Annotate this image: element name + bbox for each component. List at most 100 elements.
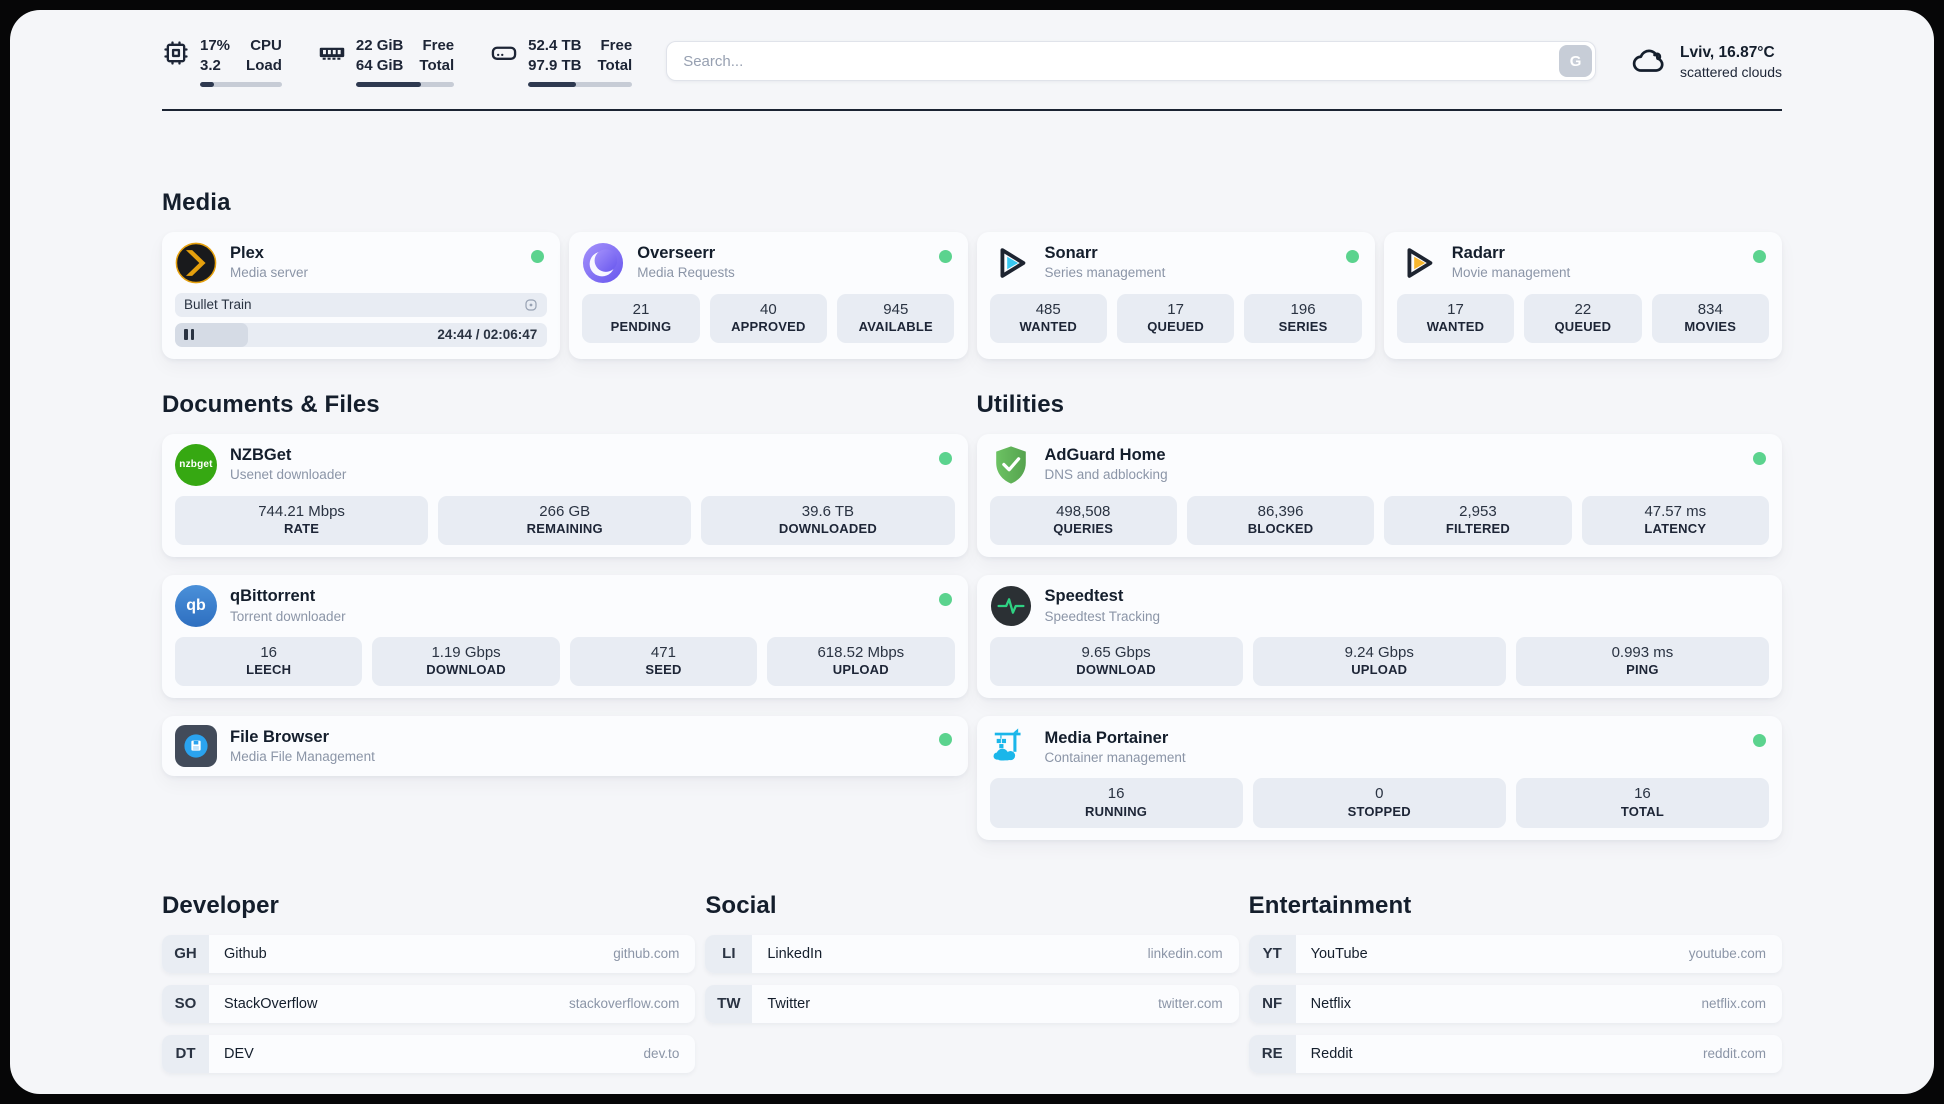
app-card-sonarr[interactable]: Sonarr Series management 485 WANTED 17 Q… [976,231,1375,359]
bookmark-url: reddit.com [1702,1046,1766,1062]
cpu-load-label: Load [246,57,282,75]
bookmark-twitter[interactable]: TW Twitter twitter.com [705,984,1239,1023]
utilities-column: Utilities AdGuard Home DNS and adblockin… [976,359,1782,840]
disk-icon [490,39,518,67]
cpu-widget: 17% 3.2 CPU Load [162,36,282,87]
disk-free-label: Free [600,37,633,54]
app-card-plex[interactable]: Plex Media server Bullet Train 24:44 / 0… [162,231,561,359]
search-engine-button[interactable]: G [1559,45,1593,78]
cloud-icon [1630,42,1668,80]
bookmark-netflix[interactable]: NF Netflix netflix.com [1248,984,1782,1023]
stat-remaining: 266 GB REMAINING [438,495,692,545]
cpu-progressbar [200,81,282,87]
stat-upload: 9.24 Gbps UPLOAD [1252,636,1506,687]
status-dot-online [938,451,952,465]
app-subtitle: Media Requests [637,265,735,281]
session-target-icon[interactable] [523,297,539,313]
stat-available: 945 AVAILABLE [837,293,955,343]
stat-downloaded: 39.6 TB DOWNLOADED [701,495,955,545]
ram-total-value: 64 GiB [355,57,404,75]
bookmark-label: LinkedIn [767,945,823,962]
app-subtitle: Usenet downloader [230,467,347,483]
stat-download: 9.65 Gbps DOWNLOAD [989,636,1243,687]
bookmark-label: Github [224,945,267,962]
bookmark-dev[interactable]: DT DEV dev.to [162,1034,696,1073]
stat-rate: 744.21 Mbps RATE [175,495,429,545]
bookmark-youtube[interactable]: YT YouTube youtube.com [1248,934,1782,973]
dashboard-page: 17% 3.2 CPU Load 22 GiB 64 GiB Free Tota… [10,10,1934,1094]
weather-condition: scattered clouds [1680,63,1782,80]
app-card-overseerr[interactable]: Overseerr Media Requests 21 PENDING 40 A… [569,231,968,359]
app-subtitle: Series management [1044,265,1166,281]
bookmark-url: github.com [613,946,680,962]
bookmark-abbr: DT [162,1034,209,1073]
bookmark-stackoverflow[interactable]: SO StackOverflow stackoverflow.com [162,984,696,1023]
status-dot-online [938,592,952,606]
search-input[interactable] [666,41,1597,82]
radarr-icon [1397,242,1439,284]
app-subtitle: Movie management [1451,265,1571,281]
app-name: Media Portainer [1044,728,1169,747]
playback-time: 24:44 / 02:06:47 [437,327,538,342]
bookmark-abbr: GH [162,934,209,973]
bookmark-url: linkedin.com [1147,946,1223,962]
qbittorrent-icon: qb [175,584,217,627]
app-card-qbittorrent[interactable]: qb qBittorrent Torrent downloader 16 LEE… [162,574,968,699]
bookmark-linkedin[interactable]: LI LinkedIn linkedin.com [705,934,1239,973]
links-column-social: Social LI LinkedIn linkedin.com TW Twitt… [705,840,1239,1023]
stat-running: 16 RUNNING [989,778,1243,828]
bookmark-label: YouTube [1310,945,1368,962]
status-dot-online [1753,451,1766,465]
section-title-entertainment: Entertainment [1248,891,1412,919]
overseerr-icon [582,242,624,284]
bookmark-label: Reddit [1310,1045,1353,1062]
cpu-percent: 17% [200,37,231,54]
portainer-icon [990,726,1032,768]
bookmark-url: youtube.com [1688,946,1766,962]
bookmark-url: twitter.com [1158,996,1223,1012]
app-card-adguard[interactable]: AdGuard Home DNS and adblocking 498,508 … [976,433,1782,557]
stat-upload: 618.52 Mbps UPLOAD [767,636,955,687]
links-column-entertainment: Entertainment YT YouTube youtube.com NF … [1248,840,1782,1073]
bookmark-label: StackOverflow [224,995,318,1012]
bookmark-url: stackoverflow.com [569,996,680,1012]
nzbget-icon: nzbget [175,443,217,486]
app-card-radarr[interactable]: Radarr Movie management 17 WANTED 22 QUE… [1383,231,1782,359]
stat-wanted: 17 WANTED [1396,293,1515,343]
stat-series: 196 SERIES [1244,293,1362,343]
disk-free-value: 52.4 TB [528,37,582,54]
section-title-documents: Documents & Files [162,390,380,418]
app-card-nzbget[interactable]: nzbget NZBGet Usenet downloader 744.21 M… [162,433,968,557]
stat-ping: 0.993 ms PING [1515,636,1769,687]
bookmark-abbr: SO [162,984,209,1023]
stat-queued: 22 QUEUED [1524,293,1642,343]
status-dot-online [1753,249,1766,263]
bookmark-reddit[interactable]: RE Reddit reddit.com [1248,1034,1782,1073]
stat-download: 1.19 Gbps DOWNLOAD [372,636,560,687]
app-subtitle: Torrent downloader [230,608,346,624]
bookmark-label: Twitter [767,995,811,1012]
app-name: File Browser [230,727,330,746]
cpu-label: CPU [250,37,282,54]
bookmark-label: Netflix [1310,995,1351,1012]
pause-icon[interactable] [184,329,194,340]
stat-stopped: 0 STOPPED [1252,778,1506,828]
app-card-filebrowser[interactable]: File Browser Media File Management [162,716,968,777]
stat-total: 16 TOTAL [1515,778,1769,828]
stat-leech: 16 LEECH [175,636,363,687]
app-subtitle: Container management [1044,750,1186,766]
app-card-portainer[interactable]: Media Portainer Container management 16 … [976,716,1782,840]
stat-filtered: 2,953 FILTERED [1384,495,1572,545]
section-title-social: Social [705,891,777,919]
stat-approved: 40 APPROVED [709,293,828,343]
disk-total-label: Total [597,57,633,75]
status-dot-online [1345,249,1359,263]
app-card-speedtest[interactable]: Speedtest Speedtest Tracking 9.65 Gbps D… [976,574,1782,699]
playback-progressbar: 24:44 / 02:06:47 [175,322,548,347]
section-title-media: Media [162,188,231,216]
stat-wanted: 485 WANTED [989,293,1107,343]
status-dot-online [531,249,545,263]
bookmark-github[interactable]: GH Github github.com [162,934,696,973]
ram-total-label: Total [419,57,455,75]
system-stats: 17% 3.2 CPU Load 22 GiB 64 GiB Free Tota… [162,36,633,87]
